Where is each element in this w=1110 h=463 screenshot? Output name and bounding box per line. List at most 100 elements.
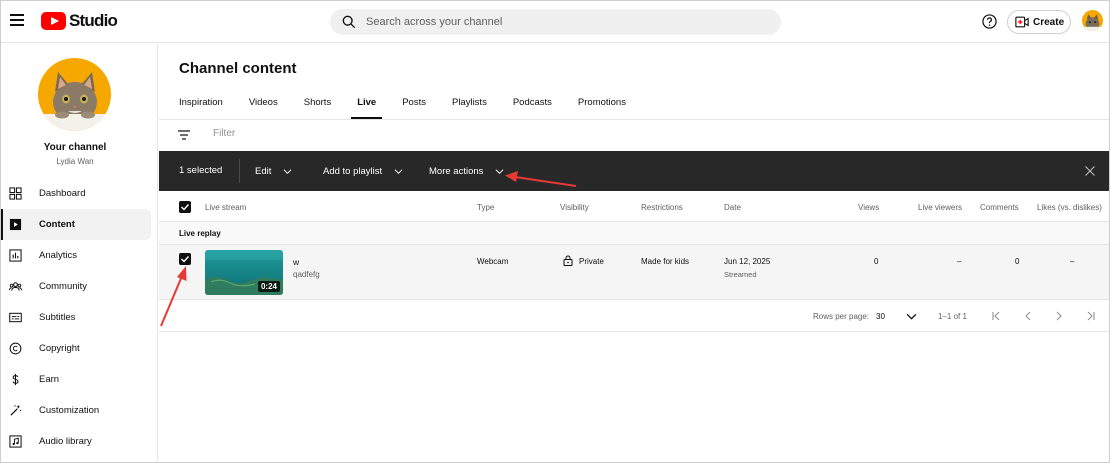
- sidebar-item-analytics[interactable]: Analytics: [1, 240, 151, 271]
- filter-bar: [159, 120, 1109, 151]
- chevron-down-icon: [283, 168, 292, 174]
- community-icon: [9, 282, 22, 291]
- select-all-checkbox[interactable]: [179, 201, 191, 213]
- filter-input[interactable]: [213, 128, 513, 139]
- column-header-type[interactable]: Type: [477, 203, 494, 212]
- table-row[interactable]: 0:24 w qadfefg Webcam Private Made for k…: [159, 245, 1109, 300]
- account-avatar[interactable]: [1082, 10, 1103, 31]
- tab-shorts[interactable]: Shorts: [304, 94, 331, 119]
- sidebar-item-community[interactable]: Community: [1, 271, 151, 302]
- next-page-icon[interactable]: [1053, 310, 1065, 322]
- sidebar-item-subtitles[interactable]: Subtitles: [1, 302, 151, 333]
- sidebar-item-content[interactable]: Content: [1, 209, 151, 240]
- page-title: Channel content: [179, 60, 297, 77]
- sidebar-item-dashboard[interactable]: Dashboard: [1, 178, 151, 209]
- video-description: qadfefg: [293, 270, 320, 279]
- customization-icon: [10, 404, 22, 416]
- tab-posts[interactable]: Posts: [402, 94, 426, 119]
- filter-icon[interactable]: [178, 129, 190, 141]
- first-page-icon[interactable]: [991, 310, 1003, 322]
- edit-dropdown[interactable]: Edit: [255, 159, 292, 183]
- tab-inspiration[interactable]: Inspiration: [179, 94, 223, 119]
- sidebar-item-label: Customization: [39, 405, 100, 416]
- channel-avatar[interactable]: [38, 58, 111, 131]
- sidebar-item-earn[interactable]: Earn: [1, 364, 151, 395]
- tab-playlists[interactable]: Playlists: [452, 94, 487, 119]
- studio-logo[interactable]: Studio: [41, 11, 118, 30]
- pagination-bar: Rows per page: 30 1–1 of 1: [159, 300, 1109, 332]
- sidebar-item-label: Copyright: [39, 343, 80, 354]
- create-button[interactable]: Create: [1007, 10, 1071, 34]
- column-header-live-viewers[interactable]: Live viewers: [918, 203, 962, 212]
- video-thumbnail[interactable]: 0:24: [205, 250, 283, 295]
- live-viewers-value: –: [957, 257, 962, 266]
- more-actions-label: More actions: [429, 165, 484, 177]
- earn-icon: [12, 373, 19, 386]
- edit-label: Edit: [255, 165, 272, 177]
- checkmark-icon: [181, 256, 190, 263]
- help-icon[interactable]: [982, 14, 997, 29]
- search-input[interactable]: [366, 16, 746, 28]
- previous-page-icon[interactable]: [1022, 310, 1034, 322]
- row-checkbox[interactable]: [179, 253, 191, 265]
- close-icon[interactable]: [1085, 166, 1095, 176]
- content-tabs: Inspiration Videos Shorts Live Posts Pla…: [179, 94, 652, 119]
- chevron-down-icon[interactable]: [906, 311, 917, 322]
- tab-promotions[interactable]: Promotions: [578, 94, 626, 119]
- column-header-likes[interactable]: Likes (vs. dislikes): [1037, 203, 1102, 212]
- search-bar[interactable]: [330, 9, 781, 35]
- date-status: Streamed: [724, 270, 757, 279]
- cat-avatar-icon: [38, 58, 111, 131]
- top-bar: Studio Create: [1, 1, 1109, 43]
- sidebar-item-label: Community: [39, 281, 88, 292]
- column-header-visibility[interactable]: Visibility: [560, 203, 589, 212]
- sidebar-item-label: Content: [39, 219, 75, 230]
- sidebar: Your channel Lydia Wan Dashboard Content…: [1, 44, 158, 462]
- group-label: Live replay: [179, 229, 221, 238]
- create-label: Create: [1033, 16, 1065, 28]
- sidebar-item-customization[interactable]: Customization: [1, 395, 151, 426]
- menu-icon[interactable]: [10, 14, 24, 26]
- rows-per-page-label: Rows per page:: [813, 312, 870, 321]
- bulk-action-bar: 1 selected Edit Add to playlist More act…: [159, 151, 1109, 191]
- column-header-restrictions[interactable]: Restrictions: [641, 203, 683, 212]
- sidebar-item-label: Subtitles: [39, 312, 76, 323]
- chevron-down-icon: [394, 168, 403, 174]
- logo-text: Studio: [69, 11, 118, 30]
- lock-icon: [563, 255, 573, 266]
- column-header-views[interactable]: Views: [858, 203, 879, 212]
- subtitles-icon: [9, 312, 22, 323]
- checkmark-icon: [181, 204, 190, 211]
- main-content: Channel content Inspiration Videos Short…: [159, 44, 1109, 462]
- chevron-down-icon: [495, 168, 504, 174]
- tab-live[interactable]: Live: [351, 94, 383, 119]
- youtube-logo-icon: [41, 12, 66, 30]
- studio-window: Studio Create: [0, 0, 1110, 463]
- sidebar-item-label: Audio library: [39, 436, 92, 447]
- column-header-date[interactable]: Date: [724, 203, 741, 212]
- comments-value: 0: [1015, 257, 1020, 266]
- add-to-playlist-label: Add to playlist: [323, 165, 383, 177]
- sidebar-item-copyright[interactable]: Copyright: [1, 333, 151, 364]
- rows-per-page-value[interactable]: 30: [876, 312, 885, 321]
- tab-podcasts[interactable]: Podcasts: [513, 94, 552, 119]
- column-header-live-stream[interactable]: Live stream: [205, 203, 246, 212]
- create-video-icon: [1015, 16, 1029, 28]
- column-header-comments[interactable]: Comments: [980, 203, 1019, 212]
- video-duration: 0:24: [257, 281, 280, 292]
- sidebar-item-label: Dashboard: [39, 188, 86, 199]
- search-icon: [342, 15, 356, 29]
- content-icon: [9, 218, 22, 231]
- add-to-playlist-dropdown[interactable]: Add to playlist: [323, 159, 403, 183]
- more-actions-dropdown[interactable]: More actions: [429, 159, 504, 183]
- copyright-icon: [9, 342, 22, 355]
- dashboard-icon: [9, 187, 22, 200]
- video-title[interactable]: w: [293, 257, 299, 267]
- sidebar-item-audio-library[interactable]: Audio library: [1, 426, 151, 457]
- visibility-dropdown[interactable]: Private: [579, 257, 604, 266]
- page-range: 1–1 of 1: [938, 312, 967, 321]
- last-page-icon[interactable]: [1084, 310, 1096, 322]
- action-divider: [239, 159, 240, 183]
- restrictions-value: Made for kids: [641, 257, 690, 266]
- tab-videos[interactable]: Videos: [249, 94, 278, 119]
